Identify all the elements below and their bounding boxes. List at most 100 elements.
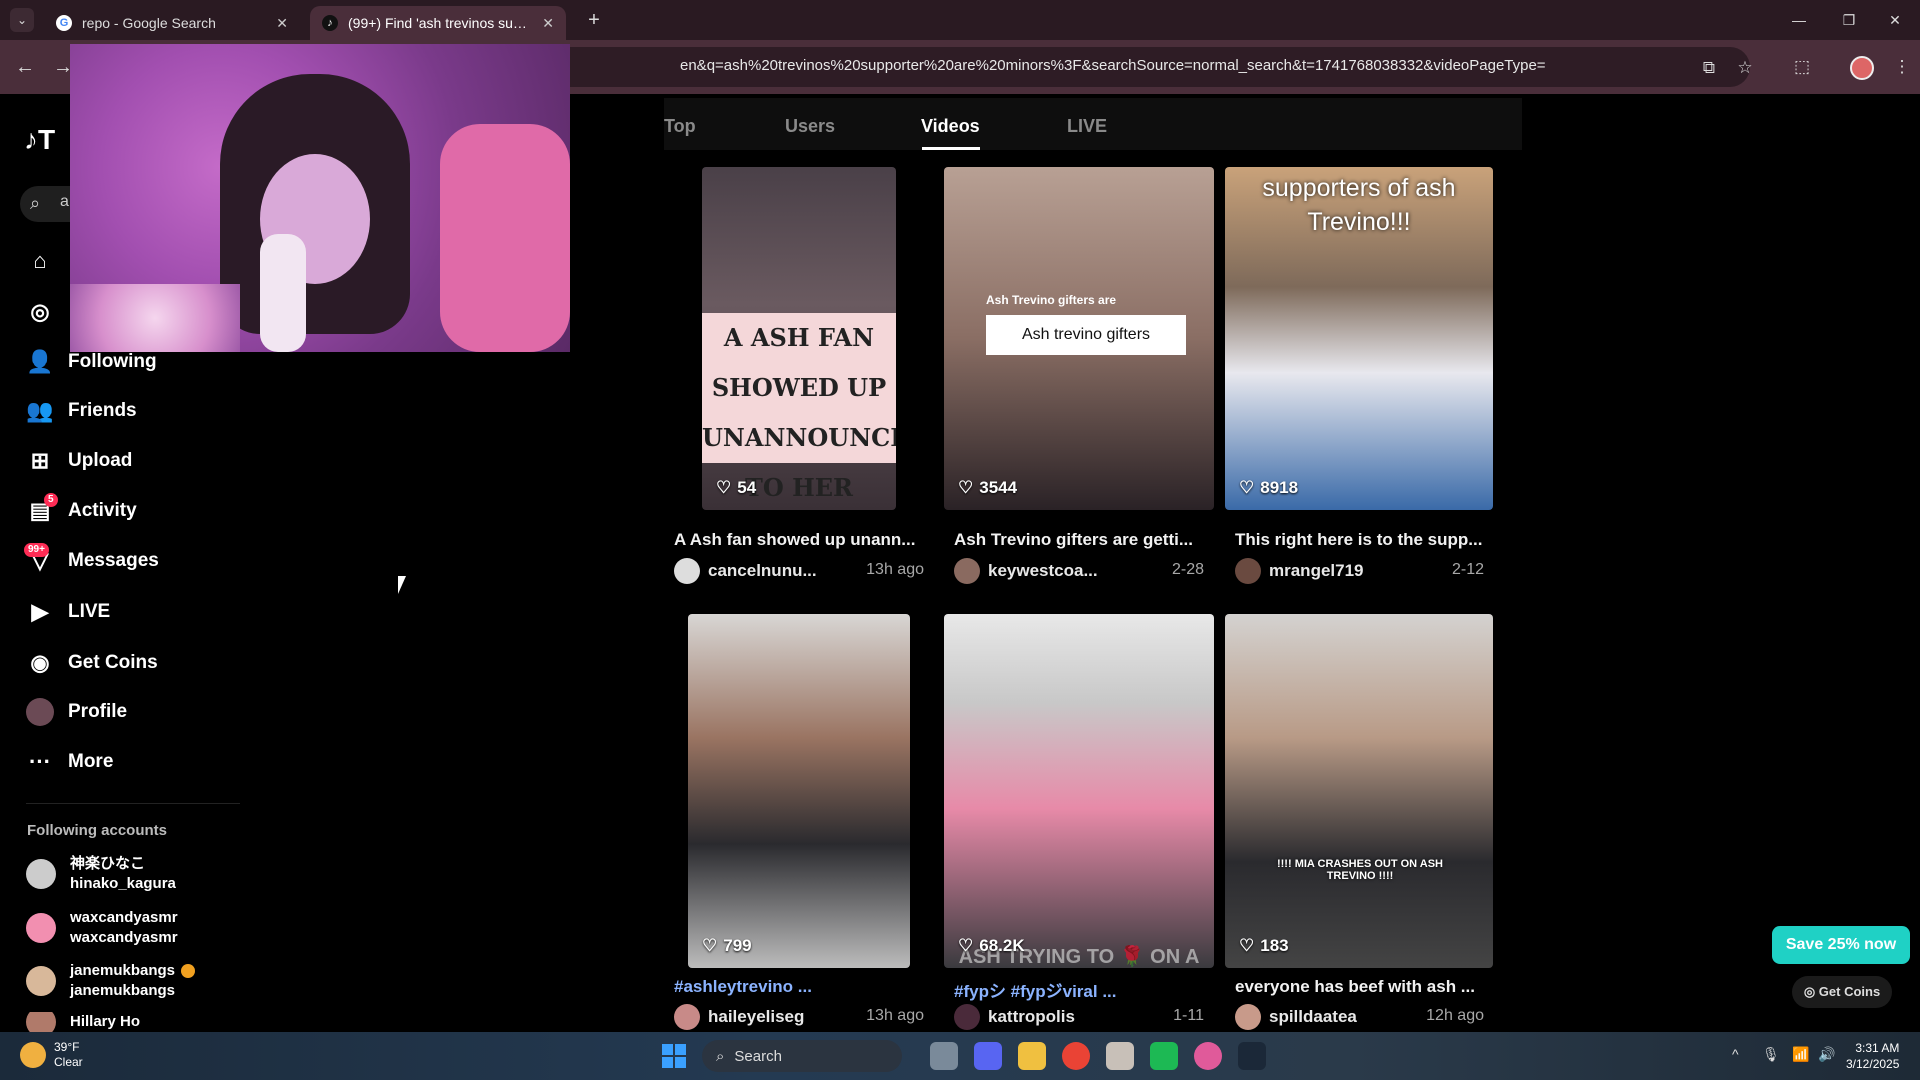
tiktok-logo[interactable]: ♪T xyxy=(24,124,55,156)
more-icon: ··· xyxy=(29,749,51,774)
thumbnail-caption-small: Ash Trevino gifters are xyxy=(986,293,1117,307)
taskbar-search-label: Search xyxy=(734,1047,782,1065)
video-thumbnail[interactable]: A ASH FAN SHOWED UP UNANNOUNCED TO HER H… xyxy=(702,167,896,510)
nav-upload[interactable]: ⊞ Upload xyxy=(26,445,133,477)
nav-more[interactable]: ··· More xyxy=(26,746,113,778)
close-window-icon[interactable]: ✕ xyxy=(1870,0,1920,40)
nav-live[interactable]: ▶ LIVE xyxy=(26,596,111,628)
restore-icon[interactable]: ❐ xyxy=(1824,0,1874,40)
search-input[interactable]: ⌕ a xyxy=(20,186,72,222)
discord-icon[interactable] xyxy=(974,1042,1002,1070)
following-account[interactable]: janemukbangs janemukbangs xyxy=(26,959,196,1003)
video-thumbnail[interactable]: Ash Trevino gifters are Ash trevino gift… xyxy=(944,167,1214,510)
author-name: keywestcoa... xyxy=(988,561,1098,580)
video-thumbnail[interactable]: ♡ 799 xyxy=(688,614,910,968)
extensions-icon[interactable]: ⬚ xyxy=(1790,55,1814,79)
file-explorer-icon[interactable] xyxy=(1018,1042,1046,1070)
avatar xyxy=(954,558,980,584)
nav-label: Friends xyxy=(68,400,137,421)
close-tab-icon[interactable]: ✕ xyxy=(276,15,288,32)
tab-videos[interactable]: Videos xyxy=(921,116,980,137)
heart-icon: ♡ xyxy=(1239,936,1255,955)
back-icon[interactable]: ← xyxy=(10,52,40,82)
tray-chevron-icon[interactable]: ^ xyxy=(1732,1046,1739,1062)
tab-title: repo - Google Search xyxy=(82,15,216,31)
nav-messages[interactable]: ▽ 99+ Messages xyxy=(24,543,159,577)
tab-users[interactable]: Users xyxy=(785,116,835,137)
weather-sun-icon xyxy=(20,1042,46,1068)
nav-home[interactable]: ⌂ xyxy=(26,245,54,277)
video-thumbnail[interactable]: supporters of ash Trevino!!! ♡ 8918 xyxy=(1225,167,1493,510)
taskbar-search[interactable]: ⌕ Search xyxy=(702,1040,902,1072)
avatar xyxy=(26,966,56,996)
following-account[interactable]: Hillary Ho xyxy=(26,1012,140,1032)
save-promo-button[interactable]: Save 25% now xyxy=(1772,926,1910,964)
nav-explore[interactable]: ◎ xyxy=(26,296,54,328)
browser-tab-google[interactable]: G repo - Google Search ✕ xyxy=(44,6,300,40)
video-title[interactable]: A Ash fan showed up unann... xyxy=(674,530,924,550)
like-count: ♡ 8918 xyxy=(1239,478,1298,498)
coin-icon: ◎ xyxy=(1803,984,1819,999)
task-view-icon[interactable] xyxy=(930,1042,958,1070)
menu-dots-icon[interactable]: ⋮ xyxy=(1890,55,1914,79)
video-author[interactable]: spilldaatea xyxy=(1235,1004,1357,1030)
video-title[interactable]: #ashleytrevino ... xyxy=(674,977,924,997)
video-author[interactable]: keywestcoa... xyxy=(954,558,1098,584)
video-author[interactable]: haileyeliseg xyxy=(674,1004,804,1030)
likes-value: 68.2K xyxy=(979,936,1025,955)
windows-start-icon[interactable] xyxy=(662,1044,686,1068)
nav-label: More xyxy=(68,751,114,772)
install-app-icon[interactable]: ⧉ xyxy=(1698,57,1720,79)
video-title[interactable]: This right here is to the supp... xyxy=(1235,530,1485,550)
video-author[interactable]: kattropolis xyxy=(954,1004,1075,1030)
search-icon: ⌕ xyxy=(30,193,41,213)
new-tab-button[interactable]: + xyxy=(580,6,608,34)
avatar xyxy=(1235,1004,1261,1030)
home-icon: ⌂ xyxy=(33,248,47,273)
weather-widget[interactable]: 39°F Clear xyxy=(20,1040,83,1070)
minimize-icon[interactable]: — xyxy=(1774,0,1824,40)
tab-top[interactable]: Top xyxy=(664,116,696,137)
nav-friends[interactable]: 👥 Friends xyxy=(26,395,137,427)
avatar xyxy=(26,859,56,889)
video-thumbnail[interactable]: !!!! MIA CRASHES OUT ON ASH TREVINO !!!!… xyxy=(1225,614,1493,968)
following-account[interactable]: waxcandyasmr waxcandyasmr xyxy=(26,906,178,950)
video-date: 2-28 xyxy=(1171,561,1204,578)
messages-icon: ▽ 99+ xyxy=(24,543,54,575)
app-icon[interactable] xyxy=(1106,1042,1134,1070)
tab-search-button[interactable]: ⌄ xyxy=(10,8,34,32)
video-author[interactable]: cancelnunu... xyxy=(674,558,817,584)
video-author[interactable]: mrangel719 xyxy=(1235,558,1364,584)
avatar xyxy=(26,913,56,943)
chrome-icon[interactable] xyxy=(1062,1042,1090,1070)
video-title[interactable]: Ash Trevino gifters are getti... xyxy=(954,530,1204,550)
video-date: 1-11 xyxy=(1173,1007,1204,1024)
video-title[interactable]: everyone has beef with ash ... xyxy=(1235,977,1485,997)
bookmark-star-icon[interactable]: ☆ xyxy=(1734,57,1756,79)
following-account[interactable]: 神楽ひなこ hinako_kagura xyxy=(26,852,176,896)
likes-value: 183 xyxy=(1260,936,1289,955)
clock-date: 3/12/2025 xyxy=(1846,1057,1900,1071)
video-title[interactable]: #fypシ #fypジviral ... xyxy=(954,977,1204,1002)
tab-live[interactable]: LIVE xyxy=(1067,116,1107,137)
video-date: 13h ago xyxy=(866,1007,924,1024)
chrome-profile-icon[interactable] xyxy=(1194,1042,1222,1070)
nav-profile[interactable]: Profile xyxy=(26,696,127,728)
author-name: spilldaatea xyxy=(1269,1007,1357,1026)
nav-label: Get Coins xyxy=(68,652,158,673)
nav-label: Activity xyxy=(68,500,137,521)
account-handle: hinako_kagura xyxy=(70,875,176,892)
steam-icon[interactable] xyxy=(1238,1042,1266,1070)
microphone-icon[interactable]: 🎙 xyxy=(1762,1046,1780,1063)
wifi-icon[interactable]: 📶 xyxy=(1792,1046,1809,1063)
video-thumbnail[interactable]: ASH TRYING TO 🌹 ON A ♡ 68.2K xyxy=(944,614,1214,968)
close-tab-icon[interactable]: ✕ xyxy=(542,15,554,32)
profile-avatar[interactable] xyxy=(1850,56,1874,80)
browser-tab-tiktok[interactable]: ♪ (99+) Find 'ash trevinos suppor ✕ xyxy=(310,6,566,40)
volume-icon[interactable]: 🔊 xyxy=(1818,1046,1835,1063)
get-coins-button[interactable]: ◎ Get Coins xyxy=(1792,976,1892,1008)
nav-activity[interactable]: ▤ 5 Activity xyxy=(26,493,137,527)
spotify-icon[interactable] xyxy=(1150,1042,1178,1070)
nav-get-coins[interactable]: ◉ Get Coins xyxy=(26,647,158,679)
system-clock[interactable]: 3:31 AM 3/12/2025 xyxy=(1846,1040,1899,1072)
